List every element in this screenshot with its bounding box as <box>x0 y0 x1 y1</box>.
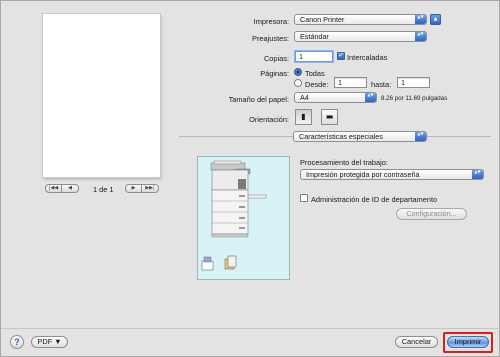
pages-all-radio[interactable] <box>294 68 302 76</box>
footer-divider <box>1 328 500 329</box>
next-page-button[interactable]: ▶ <box>125 184 142 193</box>
department-id-checkbox[interactable] <box>300 194 308 202</box>
paper-dimensions: 8.26 por 11.69 pulgadas <box>381 95 448 102</box>
preview-next-last-group: ▶ ▶▶| <box>125 184 159 193</box>
popup-arrows-icon: ▲▼ <box>472 170 483 179</box>
pages-range-radio[interactable] <box>294 79 302 87</box>
portrait-orientation-button[interactable]: ▮ <box>295 109 312 125</box>
printer-image-panel <box>197 156 290 280</box>
copier-illustration-icon <box>201 160 267 271</box>
printer-popup[interactable]: Canon Printer ▲▼ <box>294 14 427 25</box>
pages-label: Páginas: <box>260 69 289 78</box>
printer-value: Canon Printer <box>300 15 345 24</box>
portrait-icon: ▮ <box>301 112 306 121</box>
configuration-button[interactable]: Configuración... <box>396 208 467 220</box>
preview-first-prev-group: |◀◀ ◀ <box>45 184 79 193</box>
copies-label: Copias: <box>263 54 289 63</box>
job-processing-label: Procesamiento del trabajo: <box>300 158 388 167</box>
printer-label: Impresora: <box>253 17 289 26</box>
collated-label: Intercaladas <box>347 53 388 62</box>
first-page-button[interactable]: |◀◀ <box>45 184 62 193</box>
job-processing-popup[interactable]: Impresión protegida por contraseña ▲▼ <box>300 169 484 180</box>
landscape-icon: ▬ <box>325 112 334 121</box>
landscape-orientation-button[interactable]: ▬ <box>321 109 338 125</box>
section-popup[interactable]: Características especiales ▲▼ <box>293 131 427 142</box>
last-page-button[interactable]: ▶▶| <box>142 184 159 193</box>
paper-size-popup[interactable]: A4 ▲▼ <box>294 92 377 103</box>
pages-to-label: hasta: <box>371 80 392 89</box>
print-button[interactable]: Imprimir <box>447 336 489 348</box>
popup-arrows-icon: ▲▼ <box>415 132 426 141</box>
presets-label: Preajustes: <box>252 34 289 43</box>
pages-from-label: Desde: <box>305 80 329 89</box>
pdf-menu-button[interactable]: PDF ▼ <box>31 336 68 348</box>
section-value: Características especiales <box>299 132 383 141</box>
department-id-label: Administración de ID de departamento <box>311 195 438 204</box>
pages-to-field[interactable]: 1 <box>397 77 430 88</box>
orientation-label: Orientación: <box>249 115 289 124</box>
copies-field[interactable]: 1 <box>295 51 333 62</box>
print-preview-page <box>43 14 160 177</box>
expand-dialog-button[interactable]: ▲ <box>430 14 441 25</box>
presets-value: Estándar <box>300 32 329 41</box>
job-processing-value: Impresión protegida por contraseña <box>306 170 420 179</box>
popup-arrows-icon: ▲▼ <box>415 15 426 24</box>
pages-all-label: Todas <box>305 69 325 78</box>
prev-page-button[interactable]: ◀ <box>62 184 79 193</box>
paper-size-value: A4 <box>300 93 309 102</box>
pages-from-field[interactable]: 1 <box>334 77 367 88</box>
collated-checkbox[interactable]: ✓ <box>337 52 345 60</box>
presets-popup[interactable]: Estándar ▲▼ <box>294 31 427 42</box>
popup-arrows-icon: ▲▼ <box>365 93 376 102</box>
page-indicator: 1 de 1 <box>93 185 114 194</box>
cancel-button[interactable]: Cancelar <box>395 336 438 348</box>
paper-size-label: Tamaño del papel: <box>228 95 289 104</box>
print-dialog: |◀◀ ◀ 1 de 1 ▶ ▶▶| Impresora: Canon Prin… <box>0 0 500 357</box>
help-button[interactable]: ? <box>10 335 24 349</box>
popup-arrows-icon: ▲▼ <box>415 32 426 41</box>
